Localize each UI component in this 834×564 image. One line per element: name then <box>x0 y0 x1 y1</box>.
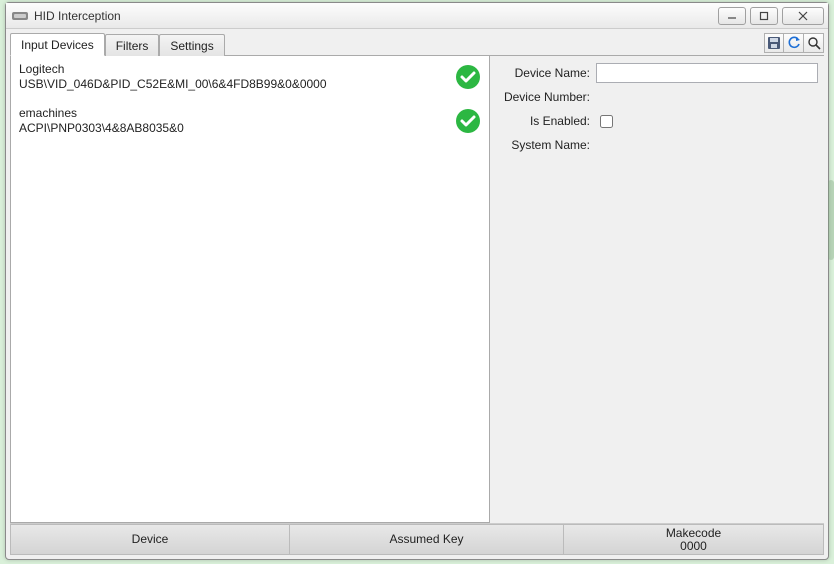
checkmark-icon <box>455 64 481 90</box>
app-window: HID Interception Input Devices Filters S… <box>5 2 829 560</box>
status-device: Device <box>10 524 290 555</box>
refresh-button[interactable] <box>784 33 804 53</box>
status-makecode: Makecode 0000 <box>564 524 824 555</box>
app-icon <box>12 10 28 22</box>
toolbar-buttons <box>764 33 824 55</box>
statusbar: Device Assumed Key Makecode 0000 <box>10 523 824 555</box>
device-name-field[interactable] <box>596 63 818 83</box>
details-panel: Device Name: Device Number: Is Enabled: … <box>490 56 824 523</box>
device-path: USB\VID_046D&PID_C52E&MI_00\6&4FD8B99&0&… <box>19 77 455 92</box>
tab-settings[interactable]: Settings <box>159 34 224 56</box>
device-item[interactable]: emachines ACPI\PNP0303\4&8AB8035&0 <box>11 100 489 144</box>
status-makecode-value: 0000 <box>680 540 707 553</box>
maximize-button[interactable] <box>750 7 778 25</box>
checkmark-icon <box>455 108 481 134</box>
status-makecode-header: Makecode <box>666 527 721 540</box>
device-item[interactable]: Logitech USB\VID_046D&PID_C52E&MI_00\6&4… <box>11 56 489 100</box>
scrollbar-thumb[interactable] <box>828 180 834 260</box>
label-system-name: System Name: <box>500 138 596 152</box>
tab-filters[interactable]: Filters <box>105 34 160 56</box>
tab-strip: Input Devices Filters Settings <box>10 31 225 55</box>
status-device-header: Device <box>132 533 169 546</box>
status-assumed-key: Assumed Key <box>290 524 564 555</box>
window-title: HID Interception <box>34 9 718 23</box>
save-button[interactable] <box>764 33 784 53</box>
label-is-enabled: Is Enabled: <box>500 114 596 128</box>
device-list[interactable]: Logitech USB\VID_046D&PID_C52E&MI_00\6&4… <box>10 56 490 523</box>
device-name: Logitech <box>19 62 455 77</box>
status-assumed-key-header: Assumed Key <box>389 533 463 546</box>
device-path: ACPI\PNP0303\4&8AB8035&0 <box>19 121 455 136</box>
close-button[interactable] <box>782 7 824 25</box>
label-device-name: Device Name: <box>500 66 596 80</box>
window-controls <box>718 7 824 25</box>
titlebar: HID Interception <box>6 3 828 29</box>
minimize-button[interactable] <box>718 7 746 25</box>
label-device-number: Device Number: <box>500 90 596 104</box>
device-name: emachines <box>19 106 455 121</box>
search-button[interactable] <box>804 33 824 53</box>
toolbar: Input Devices Filters Settings <box>6 29 828 55</box>
is-enabled-checkbox[interactable] <box>600 115 613 128</box>
tab-input-devices[interactable]: Input Devices <box>10 33 105 56</box>
content-area: Logitech USB\VID_046D&PID_C52E&MI_00\6&4… <box>10 55 824 523</box>
